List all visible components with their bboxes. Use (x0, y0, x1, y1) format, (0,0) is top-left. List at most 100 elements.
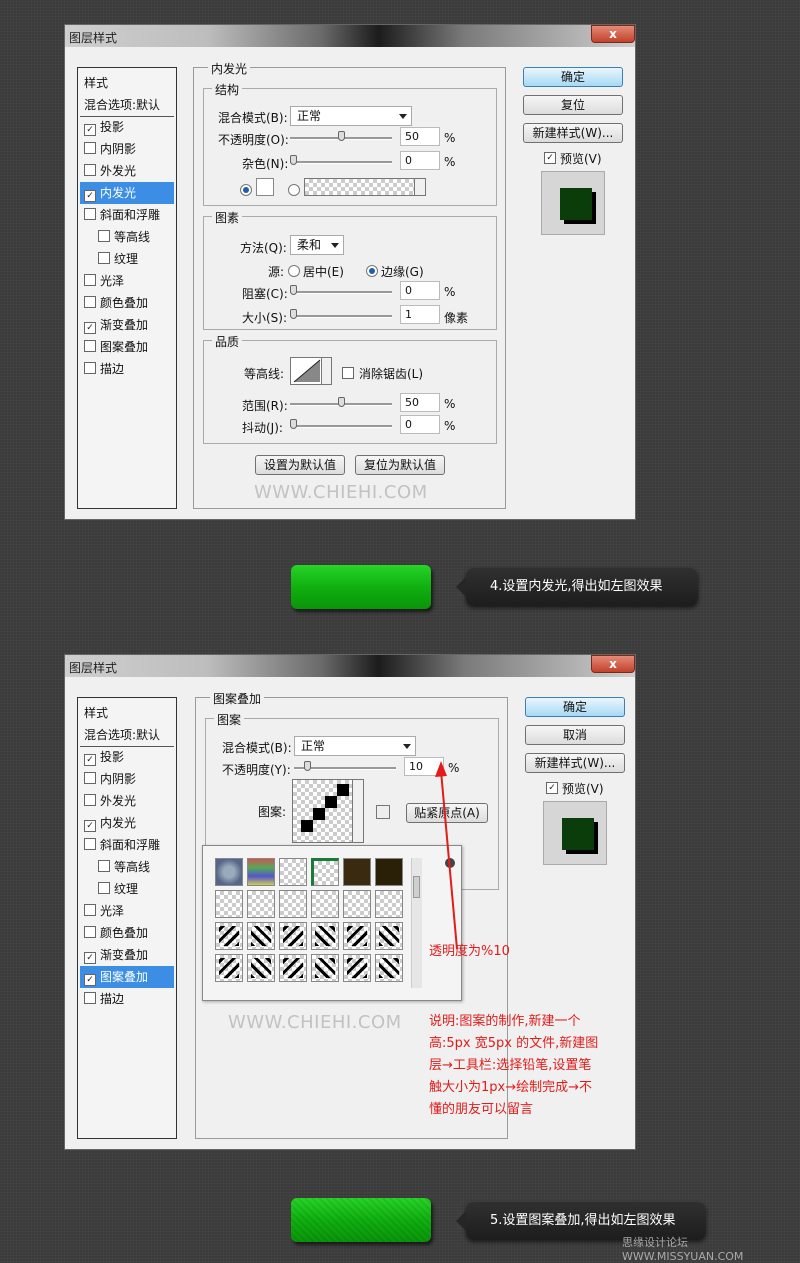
pattern-swatch[interactable] (375, 954, 403, 982)
noise-input[interactable]: 0 (400, 151, 440, 170)
blend-mode-select[interactable]: 正常 (294, 736, 416, 756)
style-checkbox[interactable] (98, 252, 110, 264)
range-slider[interactable] (290, 397, 392, 407)
style-list-item[interactable]: 内阴影 (80, 138, 174, 160)
jitter-slider[interactable] (290, 419, 392, 429)
style-checkbox[interactable] (84, 296, 96, 308)
ok-button[interactable]: 确定 (525, 697, 625, 717)
scrollbar[interactable] (411, 858, 422, 988)
style-list-item[interactable]: 光泽 (80, 900, 174, 922)
pattern-swatch[interactable] (279, 922, 307, 950)
pattern-swatch[interactable] (311, 954, 339, 982)
pattern-swatch[interactable] (279, 858, 307, 886)
style-list-item[interactable]: 纹理 (80, 878, 174, 900)
style-list-item[interactable]: 外发光 (80, 160, 174, 182)
style-checkbox[interactable]: ✓ (84, 820, 96, 832)
style-checkbox[interactable] (84, 926, 96, 938)
slider-knob[interactable] (338, 397, 345, 407)
opacity-slider[interactable] (294, 761, 396, 771)
style-checkbox[interactable] (98, 860, 110, 872)
pattern-swatch[interactable] (247, 954, 275, 982)
style-list-item[interactable]: 光泽 (80, 270, 174, 292)
pattern-swatch[interactable] (343, 922, 371, 950)
scroll-thumb[interactable] (413, 876, 420, 898)
style-list-item[interactable]: 等高线 (80, 856, 174, 878)
style-list-item[interactable]: ✓ 渐变叠加 (80, 314, 174, 336)
pattern-swatch[interactable] (343, 890, 371, 918)
new-preset-icon[interactable] (376, 805, 390, 819)
choke-slider[interactable] (290, 285, 392, 295)
style-list-item[interactable]: 样式 (80, 72, 174, 94)
style-checkbox[interactable]: ✓ (84, 974, 96, 986)
style-checkbox[interactable] (84, 992, 96, 1004)
style-checkbox[interactable] (84, 164, 96, 176)
slider-knob[interactable] (290, 419, 297, 429)
style-list-item[interactable]: 斜面和浮雕 (80, 834, 174, 856)
antialias-checkbox[interactable] (342, 367, 354, 379)
choke-input[interactable]: 0 (400, 281, 440, 300)
style-checkbox[interactable] (84, 794, 96, 806)
style-checkbox[interactable] (84, 208, 96, 220)
style-list-item[interactable]: ✓ 内发光 (80, 812, 174, 834)
pattern-swatch[interactable] (311, 890, 339, 918)
style-checkbox[interactable]: ✓ (84, 124, 96, 136)
glow-color-swatch[interactable] (256, 178, 274, 196)
style-checkbox[interactable] (84, 362, 96, 374)
method-select[interactable]: 柔和 (290, 235, 344, 255)
close-icon[interactable]: x (591, 655, 635, 673)
ok-button[interactable]: 确定 (523, 67, 623, 87)
pattern-swatch[interactable] (375, 890, 403, 918)
pattern-swatch[interactable] (215, 858, 243, 886)
pattern-swatch[interactable] (279, 890, 307, 918)
pattern-swatch[interactable] (279, 954, 307, 982)
style-list-item[interactable]: 颜色叠加 (80, 292, 174, 314)
style-checkbox[interactable]: ✓ (84, 952, 96, 964)
style-checkbox[interactable] (84, 838, 96, 850)
slider-knob[interactable] (290, 285, 297, 295)
slider-knob[interactable] (338, 131, 345, 141)
size-input[interactable]: 1 (400, 305, 440, 324)
gradient-radio[interactable] (288, 184, 300, 196)
style-list-item[interactable]: ✓ 渐变叠加 (80, 944, 174, 966)
slider-knob[interactable] (290, 309, 297, 319)
slider-knob[interactable] (290, 155, 297, 165)
new-style-button[interactable]: 新建样式(W)... (523, 123, 623, 143)
style-list-item[interactable]: 描边 (80, 358, 174, 380)
opacity-slider[interactable] (290, 131, 392, 141)
pattern-swatch[interactable] (247, 890, 275, 918)
style-checkbox[interactable]: ✓ (84, 754, 96, 766)
pattern-swatch[interactable] (343, 858, 371, 886)
size-slider[interactable] (290, 309, 392, 319)
source-center-radio[interactable] (288, 265, 300, 277)
opacity-input[interactable]: 50 (400, 127, 440, 146)
style-list-item[interactable]: 图案叠加 (80, 336, 174, 358)
style-checkbox[interactable] (98, 882, 110, 894)
style-checkbox[interactable] (84, 142, 96, 154)
style-list-item[interactable]: 内阴影 (80, 768, 174, 790)
color-radio[interactable] (240, 184, 252, 196)
pattern-swatch[interactable] (247, 858, 275, 886)
pattern-picker[interactable] (292, 779, 364, 843)
style-list-item[interactable]: 颜色叠加 (80, 922, 174, 944)
new-style-button[interactable]: 新建样式(W)... (525, 753, 625, 773)
pattern-swatch[interactable] (311, 922, 339, 950)
pattern-swatch[interactable] (247, 922, 275, 950)
noise-slider[interactable] (290, 155, 392, 165)
set-default-button[interactable]: 设置为默认值 (255, 455, 345, 475)
style-list-item[interactable]: ✓ 投影 (80, 116, 174, 138)
style-list-item[interactable]: 混合选项:默认 (80, 94, 174, 117)
style-list-item[interactable]: ✓ 投影 (80, 746, 174, 768)
pattern-swatch[interactable] (215, 922, 243, 950)
blend-mode-select[interactable]: 正常 (290, 106, 412, 126)
close-icon[interactable]: x (591, 25, 635, 43)
preview-checkbox[interactable]: ✓ (544, 152, 556, 164)
style-checkbox[interactable] (98, 230, 110, 242)
pattern-swatch[interactable] (375, 922, 403, 950)
style-checkbox[interactable] (84, 904, 96, 916)
style-list-item[interactable]: 描边 (80, 988, 174, 1010)
cancel-button[interactable]: 取消 (525, 725, 625, 745)
style-list-item[interactable]: 外发光 (80, 790, 174, 812)
gradient-picker[interactable] (304, 178, 426, 196)
reset-default-button[interactable]: 复位为默认值 (355, 455, 445, 475)
style-list-item[interactable]: 斜面和浮雕 (80, 204, 174, 226)
